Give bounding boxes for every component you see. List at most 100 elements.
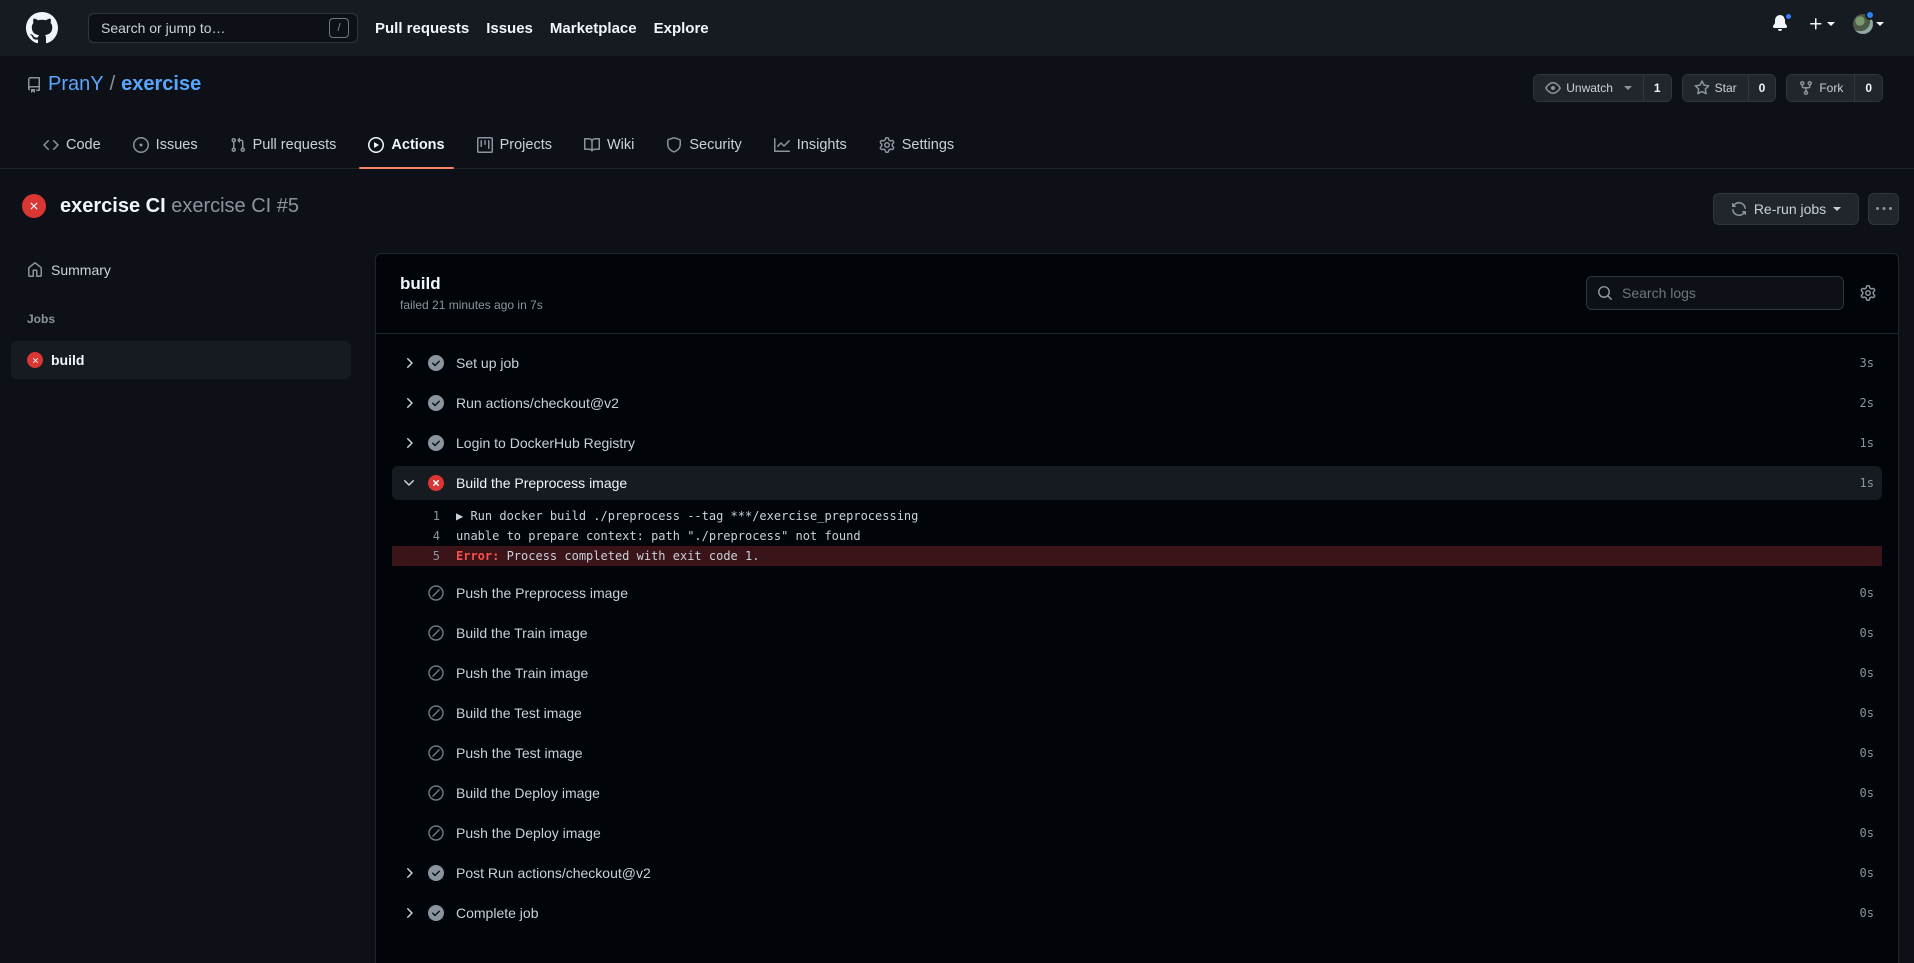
chevron-right-icon[interactable] xyxy=(401,905,417,921)
shield-icon xyxy=(667,137,682,153)
unwatch-label: Unwatch xyxy=(1566,81,1613,95)
log-line-number[interactable]: 1 xyxy=(392,509,440,523)
job-step-row[interactable]: Build the Preprocess image 1s xyxy=(392,466,1882,500)
repo-separator: / xyxy=(109,73,116,95)
tab-pull-requests[interactable]: Pull requests xyxy=(221,122,346,168)
star-count[interactable]: 0 xyxy=(1747,75,1776,101)
fork-icon xyxy=(1800,81,1813,96)
job-step-row[interactable]: Build the Deploy image 0s xyxy=(392,776,1882,810)
step-duration: 0s xyxy=(1859,706,1874,720)
step-duration: 1s xyxy=(1859,436,1874,450)
chevron-right-icon[interactable] xyxy=(401,865,417,881)
unwatch-button[interactable]: Unwatch xyxy=(1534,75,1643,101)
repo-name-link[interactable]: exercise xyxy=(121,73,201,96)
caret-down-icon xyxy=(1833,207,1842,211)
job-step-row[interactable]: Push the Preprocess image 0s xyxy=(392,576,1882,610)
repo-owner-link[interactable]: PranY xyxy=(48,73,104,96)
job-step-row[interactable]: Push the Train image 0s xyxy=(392,656,1882,690)
step-label: Build the Deploy image xyxy=(456,785,600,801)
more-options-button[interactable] xyxy=(1868,193,1899,225)
fork-count[interactable]: 0 xyxy=(1854,75,1882,101)
tab-label: Actions xyxy=(391,137,445,153)
log-line-text: unable to prepare context: path "./prepr… xyxy=(456,529,861,543)
chevron-right-icon[interactable] xyxy=(401,355,417,371)
sidebar-job-build[interactable]: build xyxy=(11,341,351,379)
log-message: Process completed with exit code 1. xyxy=(499,549,760,563)
search-icon xyxy=(1598,286,1613,301)
global-search-input[interactable]: Search or jump to… / xyxy=(88,13,358,43)
step-duration: 0s xyxy=(1859,826,1874,840)
tab-actions[interactable]: Actions xyxy=(359,122,454,169)
step-label: Run actions/checkout@v2 xyxy=(456,395,619,411)
fork-button[interactable]: Fork xyxy=(1787,75,1855,101)
user-menu[interactable] xyxy=(1853,10,1884,34)
step-success-icon xyxy=(428,395,444,411)
step-label: Push the Deploy image xyxy=(456,825,601,841)
job-step-row[interactable]: Post Run actions/checkout@v2 0s xyxy=(392,856,1882,890)
tab-wiki[interactable]: Wiki xyxy=(575,122,643,168)
job-step-row[interactable]: Set up job 3s xyxy=(392,346,1882,380)
repo-icon xyxy=(27,76,40,93)
tab-label: Code xyxy=(66,137,101,153)
tab-code[interactable]: Code xyxy=(34,122,110,168)
tab-label: Wiki xyxy=(606,137,635,153)
search-logs-input[interactable]: Search logs xyxy=(1586,276,1844,310)
chevron-right-icon[interactable] xyxy=(401,395,417,411)
log-message: ▶ Run docker build ./preprocess --tag **… xyxy=(456,509,919,523)
eye-icon xyxy=(1545,82,1562,94)
job-step-row[interactable]: Build the Train image 0s xyxy=(392,616,1882,650)
step-duration: 0s xyxy=(1859,746,1874,760)
watch-count[interactable]: 1 xyxy=(1642,75,1671,101)
tab-issues[interactable]: Issues xyxy=(124,122,207,168)
step-skipped-icon xyxy=(428,585,444,601)
nav-pull-requests[interactable]: Pull requests xyxy=(375,20,469,37)
step-success-icon xyxy=(428,355,444,371)
job-failed-icon xyxy=(27,352,43,368)
nav-marketplace[interactable]: Marketplace xyxy=(550,20,637,37)
tab-label: Settings xyxy=(901,137,955,153)
job-step-row[interactable]: Run actions/checkout@v2 2s xyxy=(392,386,1882,420)
sidebar-summary-link[interactable]: Summary xyxy=(27,262,111,278)
tab-insights[interactable]: Insights xyxy=(765,122,856,168)
star-button[interactable]: Star xyxy=(1682,75,1748,101)
star-icon xyxy=(1694,80,1710,95)
nav-explore[interactable]: Explore xyxy=(654,20,709,37)
step-label: Login to DockerHub Registry xyxy=(456,435,635,451)
issue-icon xyxy=(132,137,149,153)
create-new-dropdown[interactable] xyxy=(1808,16,1835,32)
plus-icon xyxy=(1810,18,1822,30)
summary-label: Summary xyxy=(51,262,111,278)
tab-settings[interactable]: Settings xyxy=(870,122,963,168)
step-duration: 3s xyxy=(1859,356,1874,370)
log-message: unable to prepare context: path "./prepr… xyxy=(456,529,861,543)
log-line-number[interactable]: 4 xyxy=(392,529,440,543)
tab-projects[interactable]: Projects xyxy=(468,122,561,168)
top-nav: Pull requests Issues Marketplace Explore xyxy=(375,20,709,37)
rerun-jobs-button[interactable]: Re-run jobs xyxy=(1713,193,1859,225)
code-icon xyxy=(43,139,59,151)
watch-button-group: Unwatch 1 xyxy=(1533,74,1672,102)
tab-security[interactable]: Security xyxy=(657,122,750,168)
job-step-row[interactable]: Push the Test image 0s xyxy=(392,736,1882,770)
job-step-row[interactable]: Complete job 0s xyxy=(392,896,1882,930)
step-skipped-icon xyxy=(428,785,444,801)
chevron-right-icon[interactable] xyxy=(401,435,417,451)
log-settings-gear-icon[interactable] xyxy=(1860,285,1876,301)
gear-icon xyxy=(879,137,895,153)
notifications-bell-icon[interactable] xyxy=(1772,12,1793,33)
job-step-row[interactable]: Login to DockerHub Registry 1s xyxy=(392,426,1882,460)
rerun-jobs-label: Re-run jobs xyxy=(1753,201,1827,217)
job-step-row[interactable]: Push the Deploy image 0s xyxy=(392,816,1882,850)
job-header: build failed 21 minutes ago in 7s Search… xyxy=(376,254,1898,334)
step-skipped-icon xyxy=(428,625,444,641)
chevron-down-icon[interactable] xyxy=(401,475,417,491)
home-icon xyxy=(28,262,42,277)
github-logo-icon[interactable] xyxy=(26,12,58,44)
step-label: Post Run actions/checkout@v2 xyxy=(456,865,651,881)
log-line-number[interactable]: 5 xyxy=(392,549,440,563)
job-meta: failed 21 minutes ago in 7s xyxy=(400,298,543,312)
nav-issues[interactable]: Issues xyxy=(486,20,533,37)
job-step-row[interactable]: Build the Test image 0s xyxy=(392,696,1882,730)
graph-icon xyxy=(773,138,790,152)
project-icon xyxy=(476,137,493,153)
